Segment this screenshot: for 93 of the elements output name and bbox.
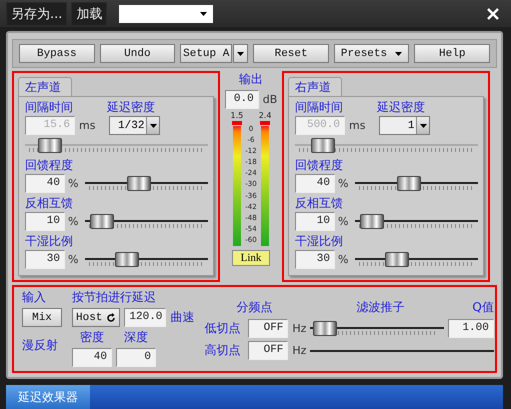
peak-value: 2.4 — [258, 111, 272, 120]
value-field[interactable]: 10 — [295, 212, 335, 231]
loop-icon — [106, 312, 116, 322]
presets-dropdown[interactable]: Presets — [334, 44, 410, 63]
slider-label: 干湿比例 — [25, 233, 74, 250]
slider-thumb[interactable] — [90, 214, 114, 228]
slider-label: 干湿比例 — [295, 233, 344, 250]
density-label: 密度 — [79, 329, 105, 346]
toolbar-button[interactable]: Bypass — [19, 44, 95, 63]
setup-button[interactable]: Setup A — [180, 44, 232, 63]
slider-thumb[interactable] — [312, 320, 337, 336]
slider-thumb[interactable] — [38, 138, 62, 153]
field-label: 间隔时间 — [25, 99, 74, 116]
peak-value: 1.5 — [230, 111, 244, 120]
slider-thumb[interactable] — [126, 176, 151, 190]
unit-label: ms — [349, 119, 366, 132]
toolbar-button[interactable]: 另存为... — [6, 2, 68, 26]
density-field[interactable]: 40 — [72, 348, 112, 367]
unit-label: dB — [262, 93, 278, 106]
slider-thumb[interactable] — [114, 252, 139, 266]
value-field[interactable]: 30 — [25, 250, 65, 269]
value-field[interactable]: 40 — [295, 174, 335, 193]
value-field[interactable]: 10 — [25, 212, 65, 231]
depth-label: 深度 — [123, 329, 149, 346]
density-dropdown[interactable]: 1/32 — [109, 116, 160, 135]
unit-label: % — [338, 215, 350, 228]
cut-label: 低切点 — [204, 320, 242, 337]
slider[interactable] — [295, 137, 478, 155]
dropdown-button[interactable] — [233, 44, 248, 63]
unit-label: ms — [79, 119, 96, 132]
field-label: 延迟密度 — [377, 99, 425, 116]
input-label: 输入 — [22, 289, 47, 306]
toolbar-button[interactable]: 加载 — [71, 2, 108, 26]
mix-button[interactable]: Mix — [22, 308, 62, 327]
unit-label: % — [68, 177, 80, 190]
toolbar-button[interactable]: Reset — [253, 44, 329, 63]
slider[interactable] — [85, 212, 208, 230]
slider[interactable] — [355, 212, 478, 230]
slider-thumb[interactable] — [384, 252, 409, 266]
channel-tab[interactable]: 左声道 — [18, 77, 72, 96]
density-dropdown[interactable]: 1 — [379, 116, 430, 135]
slider-label: 回馈程度 — [295, 157, 344, 174]
slider-label: 反相互馈 — [295, 195, 344, 212]
slider-thumb[interactable] — [360, 214, 384, 228]
effect-tab[interactable]: 延迟效果器 — [6, 385, 90, 409]
unit-label: % — [68, 253, 80, 266]
interval-field: 500.0 — [295, 116, 345, 135]
output-field[interactable]: 0.0 — [224, 90, 259, 109]
cut-label: 高切点 — [204, 342, 242, 359]
value-field[interactable]: 30 — [295, 250, 335, 269]
link-button[interactable]: Link — [232, 250, 270, 266]
filter-label: 滤波推子 — [356, 299, 406, 316]
slider-label: 反相互馈 — [25, 195, 74, 212]
caret-icon — [420, 124, 427, 128]
slider[interactable] — [355, 174, 478, 192]
interval-field: 15.6 — [25, 116, 75, 135]
slider[interactable] — [85, 250, 208, 268]
slider[interactable] — [355, 250, 478, 268]
unit-label: Hz — [292, 344, 306, 357]
slider-label: 回馈程度 — [25, 157, 74, 174]
tempo-label: 按节拍进行延迟 — [72, 289, 157, 306]
depth-field[interactable]: 0 — [116, 348, 156, 367]
value-field[interactable]: 40 — [25, 174, 65, 193]
low-cut-field[interactable]: OFF — [248, 319, 288, 338]
slider-thumb[interactable] — [310, 138, 335, 153]
caret-icon — [150, 124, 157, 128]
toolbar-button[interactable]: Help — [414, 44, 490, 63]
unit-label: % — [338, 253, 350, 266]
slider[interactable] — [85, 174, 208, 192]
tempo-field[interactable]: 120.0 — [124, 308, 166, 327]
field-label: 延迟密度 — [107, 99, 155, 116]
slider[interactable] — [310, 320, 444, 338]
diffusion-label: 漫反射 — [22, 337, 59, 354]
q-label: Q值 — [472, 299, 494, 316]
unit-label: % — [68, 215, 80, 228]
caret-icon — [237, 52, 244, 56]
caret-icon — [395, 52, 402, 56]
caret-icon — [200, 12, 208, 16]
high-cut-field[interactable]: OFF — [248, 341, 288, 360]
output-label: 输出 — [239, 71, 263, 88]
toolbar-button[interactable]: Undo — [100, 44, 176, 63]
host-button[interactable]: Host — [72, 308, 120, 327]
slider-thumb[interactable] — [396, 176, 421, 190]
unit-label: Hz — [292, 322, 306, 335]
slider[interactable] — [25, 137, 208, 155]
close-icon — [487, 8, 499, 20]
tempo-unit-label: 曲速 — [170, 309, 194, 326]
crossover-label: 分频点 — [236, 299, 274, 316]
unit-label: % — [338, 177, 350, 190]
preset-dropdown[interactable] — [119, 4, 214, 22]
q-field[interactable]: 1.00 — [448, 319, 494, 338]
field-label: 间隔时间 — [295, 99, 344, 116]
channel-tab[interactable]: 右声道 — [288, 77, 342, 96]
